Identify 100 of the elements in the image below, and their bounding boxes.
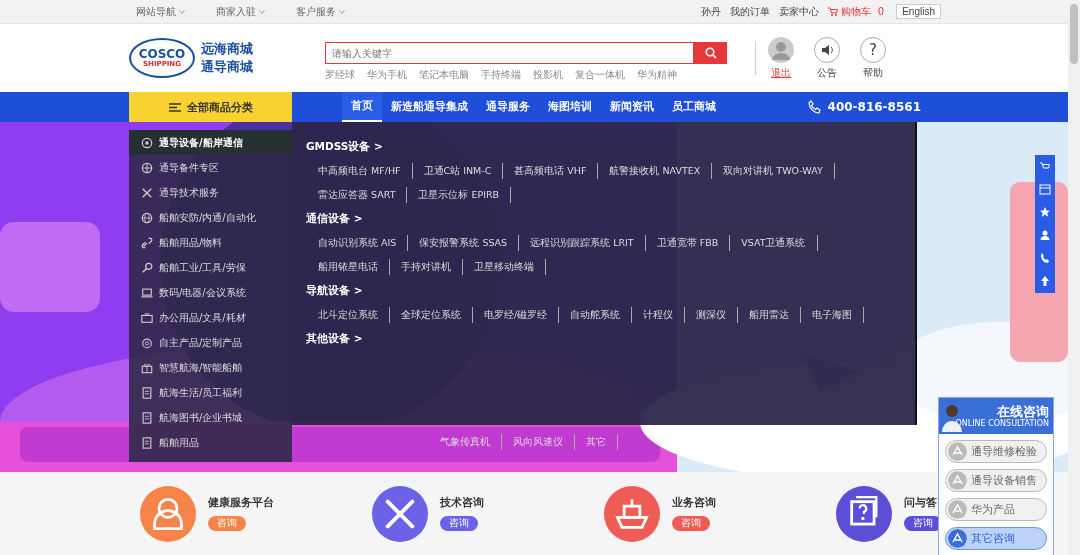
logo-text: 通导商城 [201, 58, 253, 76]
avatar-action[interactable]: 退出 [768, 36, 794, 80]
top-link[interactable]: 网站导航 [136, 4, 185, 19]
category-item[interactable]: 船舶工业/工具/劳保 [129, 255, 292, 280]
nav-tab[interactable]: 员工商城 [663, 92, 725, 122]
category-item[interactable]: 航海生活/员工福利 [129, 380, 292, 405]
consult-option[interactable]: 华为产品 [945, 498, 1047, 521]
subcategory-heading[interactable]: 导航设备 > [306, 284, 901, 298]
phone-icon [807, 100, 822, 114]
subcategory-link[interactable]: 卫通C站 INM-C [423, 163, 504, 179]
category-item[interactable]: 航海图书/企业书城 [129, 405, 292, 430]
widget-title: 在线咨询 [997, 404, 1049, 419]
subcategory-link[interactable]: 航警接收机 NAVTEX [609, 163, 713, 179]
link-icon [141, 236, 153, 249]
caret-icon [179, 9, 185, 14]
doc-icon [141, 436, 153, 449]
top-link[interactable]: 孙丹 [701, 4, 722, 19]
category-item[interactable]: 船舶用品/物料 [129, 230, 292, 255]
category-item[interactable]: 通导备件专区 [129, 155, 292, 180]
subcategory-link[interactable]: 全球定位系统 [401, 307, 473, 323]
hot-keyword[interactable]: 笔记本电脑 [419, 68, 469, 82]
subcategory-link[interactable]: 手持对讲机 [401, 259, 463, 275]
subcategory-link[interactable]: 保安报警系统 SSAS [419, 235, 520, 251]
subcategory-link[interactable]: 远程识别跟踪系统 LRIT [530, 235, 646, 251]
subcategory-link[interactable]: 自动舵系统 [570, 307, 633, 323]
all-categories-button[interactable]: 全部商品分类 [129, 92, 292, 122]
subcategory-link[interactable]: 测深仪 [696, 307, 739, 323]
help-action[interactable]: ? 帮助 [860, 36, 886, 80]
search-icon [704, 47, 717, 59]
hot-keyword[interactable]: 罗经球 [325, 68, 355, 82]
wrench-icon [141, 261, 153, 274]
doc-icon [141, 386, 153, 399]
category-item[interactable]: 通导设备/船岸通信 [129, 130, 292, 155]
top-link[interactable]: 卖家中心 [779, 4, 820, 19]
subcategory-link[interactable]: 中高频电台 MF/HF [318, 163, 413, 179]
caret-icon [259, 9, 265, 14]
category-item[interactable]: 通导技术服务 [129, 180, 292, 205]
crosshair-icon [141, 161, 153, 174]
consult-option[interactable]: 通导设备销售 [945, 469, 1047, 492]
nav-tab[interactable]: 海图培训 [539, 92, 601, 122]
category-item[interactable]: 办公用品/文具/耗材 [129, 305, 292, 330]
subcategory-heading[interactable]: 通信设备 > [306, 212, 901, 226]
subcategory-link[interactable]: 卫通宽带 FBB [656, 235, 731, 251]
phone-number: 400-816-8561 [827, 100, 921, 114]
cart-link[interactable]: 购物车 0 [828, 4, 885, 19]
category-item[interactable]: 船舶用品 [129, 430, 292, 455]
subcategory-link[interactable]: 船用雷达 [749, 307, 802, 323]
subcategory-link[interactable]: 雷达应答器 SART [318, 187, 408, 203]
cart-icon [828, 7, 839, 16]
laptop-icon [141, 286, 153, 299]
briefcase-icon [141, 311, 153, 324]
person-icon [153, 497, 183, 530]
ship-icon [615, 498, 649, 529]
subcategory-link[interactable]: 北斗定位系统 [318, 307, 390, 323]
subcategory-link[interactable]: VSAT卫通系统 [741, 235, 818, 251]
service-title: 健康服务平台 [208, 496, 274, 510]
consult-option[interactable]: 通导维修检验 [945, 440, 1047, 463]
hot-keyword[interactable]: 华为精神 [637, 68, 677, 82]
subcategory-heading[interactable]: 其他设备 > [306, 332, 901, 346]
service-title: 技术咨询 [440, 496, 484, 510]
search-button[interactable] [694, 42, 727, 64]
category-item[interactable]: 自主产品/定制产品 [129, 330, 292, 355]
consult-button[interactable]: 咨询 [440, 516, 478, 531]
top-link[interactable]: 我的订单 [730, 4, 771, 19]
subcategory-link[interactable]: 甚高频电话 VHF [514, 163, 599, 179]
chat-icon [948, 529, 967, 548]
nav-tab[interactable]: 新造船通导集成 [382, 92, 477, 122]
top-link[interactable]: 客户服务 [296, 4, 345, 19]
target-icon [141, 336, 153, 349]
top-link[interactable]: 商家入驻 [216, 4, 265, 19]
speaker-icon [814, 36, 840, 63]
subcategory-link[interactable]: 卫星移动终端 [474, 259, 546, 275]
category-item[interactable]: 数码/电器/会议系统 [129, 280, 292, 305]
language-button[interactable]: English [896, 4, 941, 19]
nav-tab[interactable]: 首页 [342, 92, 382, 122]
nav-tab[interactable]: 新闻资讯 [601, 92, 663, 122]
subcategory-link[interactable]: 计程仪 [643, 307, 686, 323]
subcategory-link[interactable]: 电罗经/磁罗经 [484, 307, 560, 323]
doc-icon [141, 411, 153, 424]
speaker-action[interactable]: 公告 [814, 36, 840, 80]
search-field[interactable]: 请输入关键字 [325, 42, 694, 64]
subcategory-link[interactable]: 船用铱星电话 [318, 259, 390, 275]
hot-keyword[interactable]: 华为手机 [367, 68, 407, 82]
subcategory-link[interactable]: 卫星示位标 EPIRB [418, 187, 512, 203]
hot-keyword[interactable]: 手持终端 [481, 68, 521, 82]
nav-tab[interactable]: 通导服务 [477, 92, 539, 122]
subcategory-link[interactable]: 自动识别系统 AIS [318, 235, 409, 251]
hot-keyword[interactable]: 复合一体机 [575, 68, 625, 82]
category-item[interactable]: 智慧航海/智能船舶 [129, 355, 292, 380]
service-title: 问与答 [904, 496, 937, 510]
hot-keyword[interactable]: 投影机 [533, 68, 563, 82]
avatar-icon [768, 36, 794, 63]
scrollbar[interactable] [1068, 0, 1080, 555]
subcategory-link[interactable]: 电子海图 [812, 307, 865, 323]
subcategory-link[interactable]: 双向对讲机 TWO-WAY [723, 163, 835, 179]
globe-icon [141, 211, 153, 224]
menu-icon [168, 102, 181, 112]
subcategory-heading[interactable]: GMDSS设备 > [306, 140, 901, 154]
consult-option[interactable]: 其它咨询 [945, 527, 1047, 550]
category-item[interactable]: 船舶安防/内通/自动化 [129, 205, 292, 230]
